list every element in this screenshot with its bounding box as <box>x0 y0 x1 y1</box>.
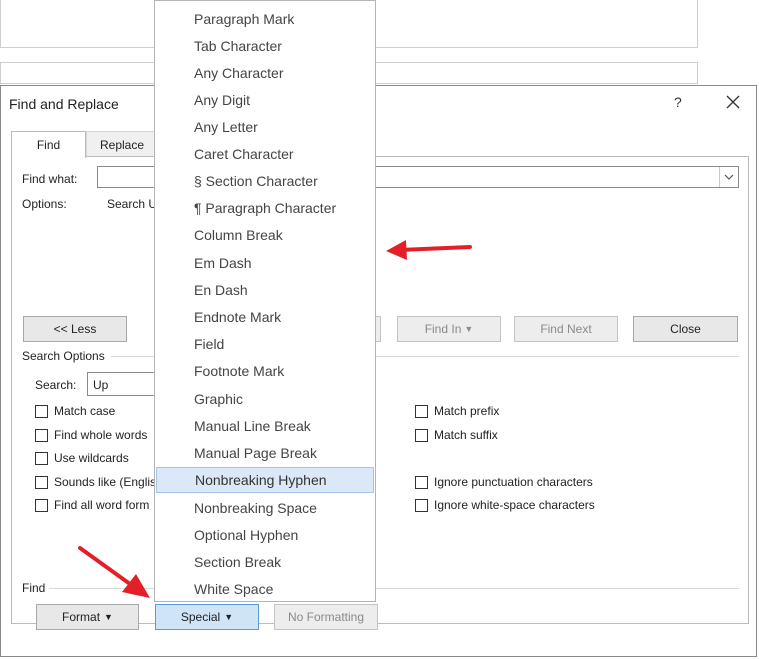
menu-item-nonbreaking-hyphen[interactable]: Nonbreaking Hyphen <box>156 467 374 493</box>
match-suffix-option[interactable]: Match suffix <box>415 428 498 442</box>
chevron-down-icon <box>724 174 734 180</box>
checkbox[interactable] <box>35 475 48 489</box>
menu-item-en-dash[interactable]: En Dash <box>156 277 374 303</box>
find-what-dropdown[interactable] <box>719 167 738 187</box>
menu-item-any-letter[interactable]: Any Letter <box>156 114 374 140</box>
wildcards-label: Use wildcards <box>54 451 129 465</box>
find-in-label: Find In <box>424 322 462 336</box>
checkbox[interactable] <box>35 428 48 442</box>
menu-item-section-character[interactable]: § Section Character <box>156 168 374 194</box>
match-prefix-option[interactable]: Match prefix <box>415 404 499 418</box>
menu-item-field[interactable]: Field <box>156 331 374 357</box>
sounds-like-option[interactable]: Sounds like (Englis <box>35 475 156 489</box>
tab-find-label: Find <box>36 138 61 152</box>
checkbox[interactable] <box>415 404 428 418</box>
menu-item-endnote-mark[interactable]: Endnote Mark <box>156 304 374 330</box>
close-button[interactable]: Close <box>633 316 738 342</box>
menu-item-caret-character[interactable]: Caret Character <box>156 141 374 167</box>
checkbox[interactable] <box>415 428 428 442</box>
menu-item-manual-line-break[interactable]: Manual Line Break <box>156 413 374 439</box>
wildcards-option[interactable]: Use wildcards <box>35 451 129 465</box>
ignore-punctuation-option[interactable]: Ignore punctuation characters <box>415 475 593 489</box>
checkbox[interactable] <box>35 498 48 512</box>
search-direction-value: Up <box>93 378 109 392</box>
help-button[interactable]: ? <box>674 94 682 110</box>
find-what-label: Find what: <box>22 172 78 186</box>
search-direction-select[interactable]: Up <box>87 372 157 396</box>
menu-item-column-break[interactable]: Column Break <box>156 222 374 248</box>
menu-item-any-character[interactable]: Any Character <box>156 60 374 86</box>
word-forms-option[interactable]: Find all word form <box>35 498 149 512</box>
checkbox[interactable] <box>35 451 48 465</box>
ignore-punctuation-label: Ignore punctuation characters <box>434 475 593 489</box>
caret-down-icon: ▼ <box>224 612 234 622</box>
menu-item-graphic[interactable]: Graphic <box>156 386 374 412</box>
no-formatting-button[interactable]: No Formatting <box>274 604 378 630</box>
tab-replace[interactable]: Replace <box>86 131 158 157</box>
match-suffix-label: Match suffix <box>434 428 498 442</box>
ignore-whitespace-label: Ignore white-space characters <box>434 498 595 512</box>
special-label: Special <box>180 610 221 624</box>
menu-item-optional-hyphen[interactable]: Optional Hyphen <box>156 522 374 548</box>
menu-item-footnote-mark[interactable]: Footnote Mark <box>156 358 374 384</box>
dialog-title: Find and Replace <box>9 96 119 112</box>
format-button[interactable]: Format ▼ <box>36 604 139 630</box>
find-in-button[interactable]: Find In ▼ <box>397 316 501 342</box>
annotation-arrow-left-icon <box>386 240 472 260</box>
menu-item-paragraph-mark[interactable]: Paragraph Mark <box>156 6 374 32</box>
match-case-option[interactable]: Match case <box>35 404 115 418</box>
search-direction-label: Search: <box>35 378 77 392</box>
close-icon[interactable] <box>723 92 743 112</box>
menu-item-section-break[interactable]: Section Break <box>156 549 374 575</box>
caret-down-icon: ▼ <box>104 612 113 622</box>
caret-down-icon: ▼ <box>464 324 474 334</box>
whole-words-option[interactable]: Find whole words <box>35 428 147 442</box>
tab-replace-label: Replace <box>99 137 145 152</box>
sounds-like-label: Sounds like (Englis <box>54 475 157 489</box>
annotation-arrow-down-right-icon <box>78 546 150 598</box>
special-menu: Paragraph Mark Tab Character Any Charact… <box>154 0 376 602</box>
menu-item-nonbreaking-space[interactable]: Nonbreaking Space <box>156 495 374 521</box>
options-label: Options: <box>22 197 67 211</box>
checkbox[interactable] <box>415 498 428 512</box>
checkbox[interactable] <box>415 475 428 489</box>
search-options-label: Search Options <box>22 349 105 363</box>
tab-find[interactable]: Find <box>11 131 86 158</box>
menu-item-any-digit[interactable]: Any Digit <box>156 87 374 113</box>
word-forms-label: Find all word form <box>54 498 150 512</box>
find-group-label: Find <box>22 581 46 595</box>
format-label: Format <box>62 610 101 624</box>
menu-item-em-dash[interactable]: Em Dash <box>156 250 374 276</box>
options-value: Search U <box>107 197 158 211</box>
special-button[interactable]: Special ▼ <box>155 604 259 630</box>
match-case-label: Match case <box>54 404 116 418</box>
match-prefix-label: Match prefix <box>434 404 500 418</box>
whole-words-label: Find whole words <box>54 428 148 442</box>
less-button[interactable]: << Less <box>23 316 127 342</box>
menu-item-tab-character[interactable]: Tab Character <box>156 33 374 59</box>
menu-item-white-space[interactable]: White Space <box>156 576 374 602</box>
menu-item-paragraph-character[interactable]: ¶ Paragraph Character <box>156 195 374 221</box>
checkbox[interactable] <box>35 404 48 418</box>
menu-item-manual-page-break[interactable]: Manual Page Break <box>156 440 374 466</box>
find-next-button[interactable]: Find Next <box>514 316 618 342</box>
ignore-whitespace-option[interactable]: Ignore white-space characters <box>415 498 595 512</box>
